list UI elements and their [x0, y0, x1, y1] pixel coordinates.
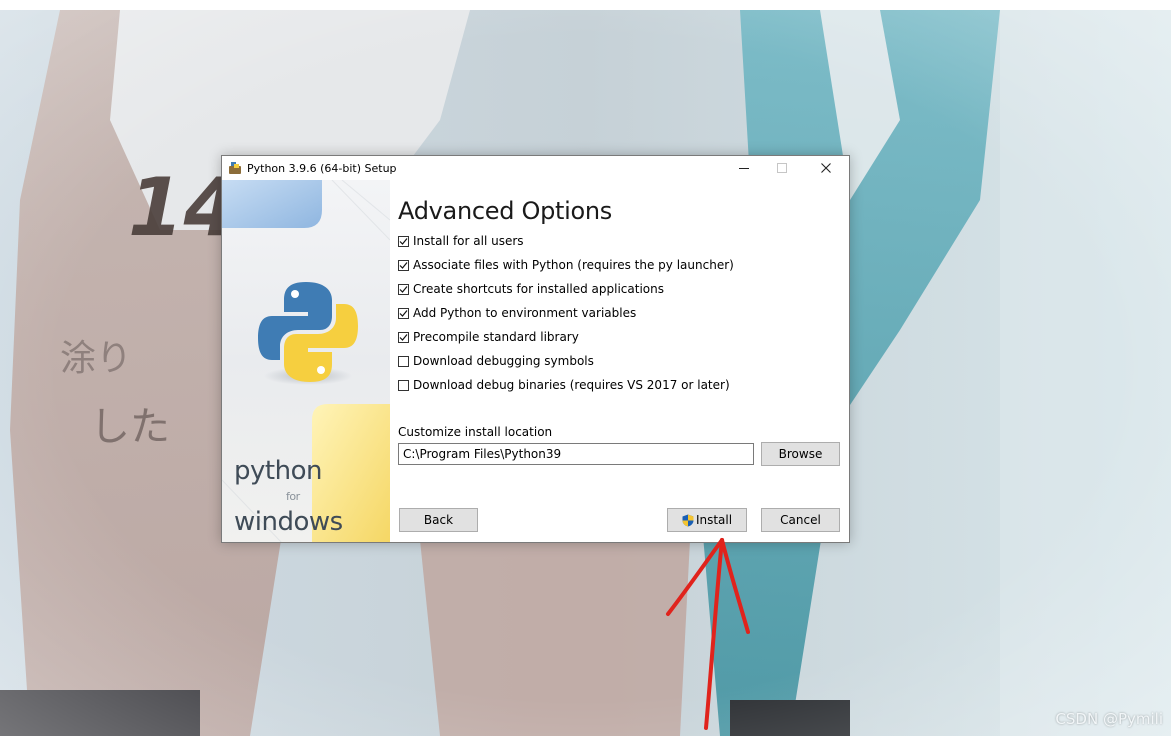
cancel-button[interactable]: Cancel	[761, 508, 840, 532]
checkbox[interactable]	[398, 355, 409, 367]
option-label: Precompile standard library	[413, 330, 579, 344]
option-debug-symbols[interactable]: Download debugging symbols	[398, 352, 594, 370]
checkmark-icon	[399, 333, 408, 341]
option-create-shortcuts[interactable]: Create shortcuts for installed applicati…	[398, 280, 664, 298]
option-debug-binaries[interactable]: Download debug binaries (requires VS 201…	[398, 376, 730, 394]
python-setup-icon	[229, 162, 241, 174]
checkmark-icon	[399, 309, 408, 317]
option-label: Create shortcuts for installed applicati…	[413, 282, 664, 296]
setup-window: Python 3.9.6 (64-bit) Setup python for w…	[221, 155, 850, 543]
checkbox[interactable]	[398, 307, 409, 319]
uac-shield-icon	[682, 514, 694, 526]
checkbox[interactable]	[398, 379, 409, 391]
close-button[interactable]	[807, 156, 845, 180]
banner-windows-word: windows	[234, 507, 343, 537]
back-button[interactable]: Back	[399, 508, 478, 532]
option-label: Install for all users	[413, 234, 524, 248]
install-button-label: Install	[695, 513, 733, 527]
banner-artwork	[222, 180, 390, 542]
window-title: Python 3.9.6 (64-bit) Setup	[247, 161, 397, 175]
checkmark-icon	[399, 285, 408, 293]
advanced-options-panel: Advanced Options Install for all users A…	[398, 180, 848, 542]
checkmark-icon	[399, 261, 408, 269]
option-label: Associate files with Python (requires th…	[413, 258, 734, 272]
option-add-to-path[interactable]: Add Python to environment variables	[398, 304, 636, 322]
watermark: CSDN @Pymili	[1055, 710, 1163, 728]
minimize-button[interactable]	[725, 156, 763, 180]
install-button[interactable]: Install	[667, 508, 747, 532]
maximize-button[interactable]	[763, 156, 801, 180]
install-location-label: Customize install location	[398, 425, 553, 439]
option-precompile-stdlib[interactable]: Precompile standard library	[398, 328, 579, 346]
option-label: Add Python to environment variables	[413, 306, 637, 320]
banner-for-word: for	[286, 490, 300, 503]
title-bar[interactable]: Python 3.9.6 (64-bit) Setup	[222, 156, 849, 180]
python-logo-icon	[258, 282, 358, 382]
option-install-all-users[interactable]: Install for all users	[398, 232, 524, 250]
desktop: 14 涂り した CSDN @Pymili Python 3.9.6 (64-b…	[0, 0, 1171, 736]
page-title: Advanced Options	[398, 197, 612, 225]
minimize-icon	[739, 168, 749, 169]
install-location-input[interactable]	[398, 443, 754, 465]
side-banner: python for windows	[222, 180, 390, 542]
maximize-icon	[777, 163, 787, 173]
option-label: Download debugging symbols	[413, 354, 594, 368]
browse-button[interactable]: Browse	[761, 442, 840, 466]
checkbox[interactable]	[398, 259, 409, 271]
checkbox[interactable]	[398, 235, 409, 247]
close-icon	[821, 163, 831, 173]
banner-python-word: python	[234, 456, 322, 486]
checkmark-icon	[399, 237, 408, 245]
checkbox[interactable]	[398, 331, 409, 343]
option-associate-files[interactable]: Associate files with Python (requires th…	[398, 256, 734, 274]
option-label: Download debug binaries (requires VS 201…	[413, 378, 730, 392]
checkbox[interactable]	[398, 283, 409, 295]
